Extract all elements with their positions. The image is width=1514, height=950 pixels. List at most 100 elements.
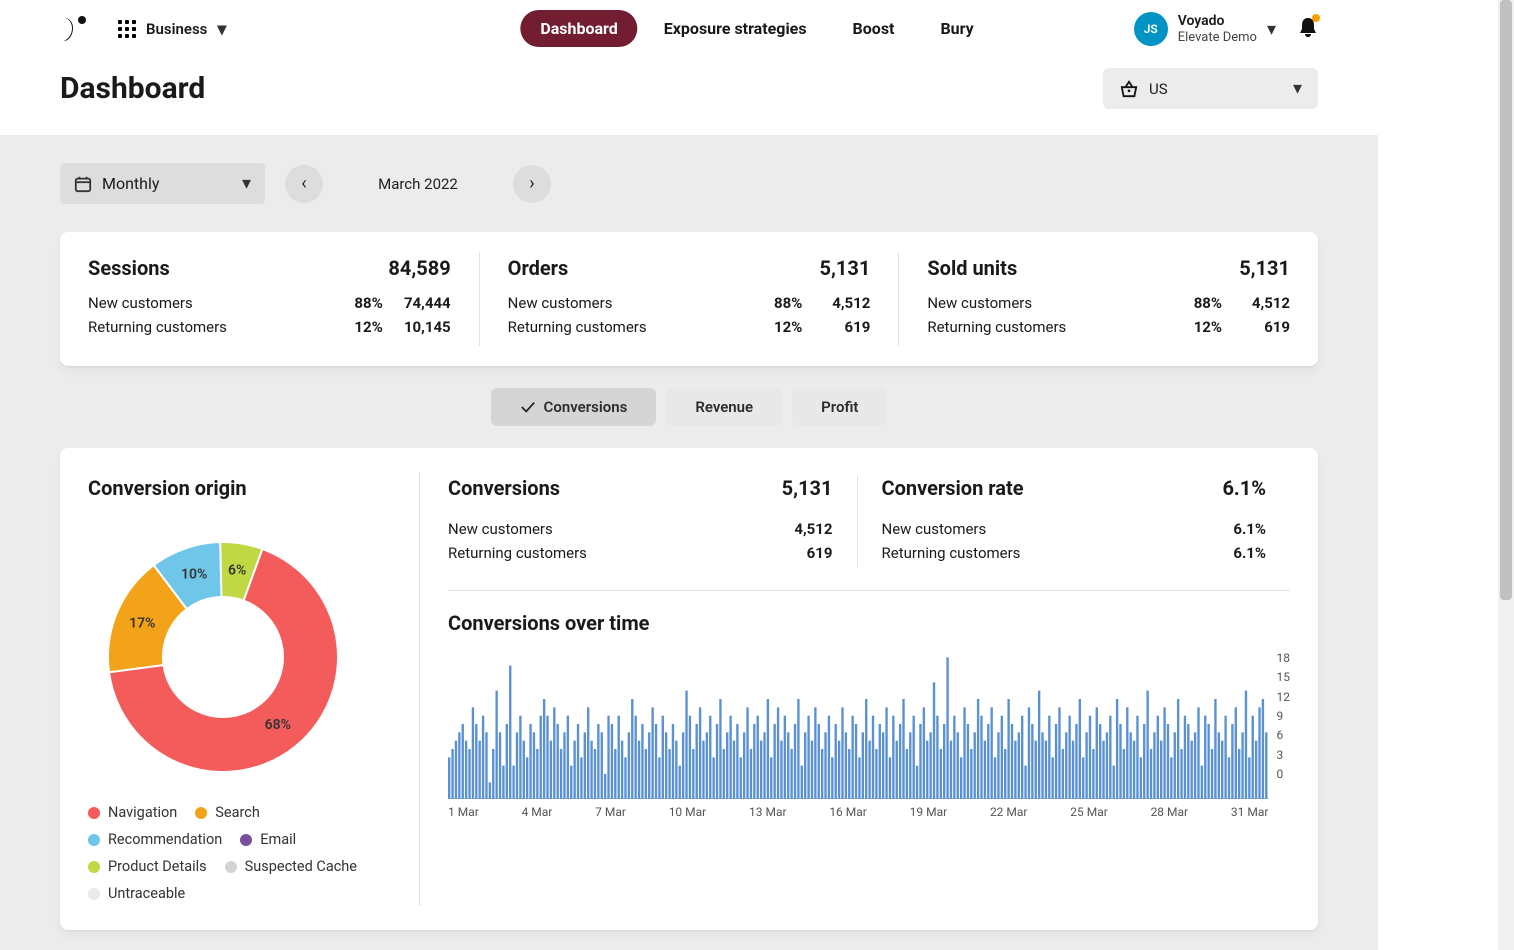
stat-orders: Orders 5,131 New customers 88%4,512 Retu… [479, 252, 899, 346]
svg-text:68%: 68% [265, 717, 291, 733]
legend-label: Search [215, 804, 260, 821]
stat-title: Sold units [927, 256, 1017, 280]
x-tick: 13 Mar [749, 805, 787, 819]
origin-title: Conversion origin [88, 476, 391, 500]
stat-title: Conversions [448, 476, 560, 500]
stat-total: 5,131 [1239, 256, 1290, 280]
stat-row-pct: 88% [1184, 294, 1222, 312]
stat-row-label: Returning customers [927, 318, 1066, 336]
avatar: JS [1134, 12, 1168, 46]
stat-row-val: 619 [773, 544, 833, 562]
summary-stats-card: Sessions 84,589 New customers 88%74,444 … [60, 232, 1318, 366]
stat-row-val: 10,145 [391, 318, 451, 336]
conversion-origin-donut: 68%17%10%6% [88, 522, 358, 792]
x-tick: 19 Mar [910, 805, 948, 819]
conversions-block: Conversions 5,131 New customers 4,512 Re… [448, 476, 857, 568]
analysis-card: Conversion origin 68%17%10%6% Navigation… [60, 448, 1318, 930]
svg-text:6%: 6% [228, 563, 246, 579]
x-tick: 22 Mar [990, 805, 1028, 819]
granularity-label: Monthly [102, 174, 159, 193]
x-tick: 4 Mar [522, 805, 553, 819]
y-tick: 12 [1277, 690, 1291, 704]
chevron-left-icon: ‹ [301, 173, 306, 194]
seg-conversions[interactable]: Conversions [491, 388, 657, 426]
legend-item: Suspected Cache [225, 858, 357, 875]
next-period-button[interactable]: › [513, 165, 551, 203]
stat-row-pct: 88% [345, 294, 383, 312]
stat-row-label: Returning customers [508, 318, 647, 336]
page-scrollbar[interactable] [1498, 0, 1514, 950]
legend-swatch [195, 807, 207, 819]
legend-label: Recommendation [108, 831, 222, 848]
notifications-button[interactable] [1298, 16, 1318, 42]
stat-row-val: 619 [1230, 318, 1290, 336]
notification-dot [1312, 14, 1320, 22]
legend-swatch [88, 861, 100, 873]
nav-boost[interactable]: Boost [833, 10, 915, 47]
stat-row-label: Returning customers [882, 544, 1021, 562]
legend-label: Untraceable [108, 885, 185, 902]
stat-row-val: 4,512 [810, 294, 870, 312]
legend-item: Untraceable [88, 885, 185, 902]
stat-row-val: 74,444 [391, 294, 451, 312]
chevron-down-icon: ▾ [242, 173, 251, 194]
stat-row-val: 619 [810, 318, 870, 336]
account-env: Elevate Demo [1178, 30, 1257, 46]
nav-exposure-strategies[interactable]: Exposure strategies [644, 10, 827, 47]
seg-label: Conversions [544, 398, 628, 416]
conversions-timechart: 1 Mar4 Mar7 Mar10 Mar13 Mar16 Mar19 Mar2… [448, 649, 1269, 819]
chevron-down-icon: ▾ [1267, 19, 1276, 40]
business-switcher[interactable]: Business ▾ [118, 19, 226, 40]
legend-item: Search [195, 804, 260, 821]
legend-item: Email [240, 831, 296, 848]
chevron-right-icon: › [529, 173, 534, 194]
check-icon [520, 400, 536, 414]
y-tick: 9 [1277, 709, 1291, 723]
prev-period-button[interactable]: ‹ [285, 165, 323, 203]
granularity-select[interactable]: Monthly ▾ [60, 163, 265, 204]
nav-bury[interactable]: Bury [920, 10, 993, 47]
y-tick: 18 [1277, 651, 1291, 665]
stat-title: Conversion rate [882, 476, 1024, 500]
stat-sold-units: Sold units 5,131 New customers 88%4,512 … [898, 252, 1318, 346]
y-tick: 15 [1277, 670, 1291, 684]
timechart-title: Conversions over time [448, 611, 1290, 635]
legend-item: Navigation [88, 804, 177, 821]
chevron-down-icon: ▾ [1293, 78, 1302, 99]
stat-row-pct: 12% [345, 318, 383, 336]
stat-total: 5,131 [782, 476, 833, 500]
seg-profit[interactable]: Profit [792, 388, 887, 426]
stat-row-label: New customers [927, 294, 1032, 312]
y-tick: 0 [1277, 767, 1291, 781]
account-menu[interactable]: JS Voyado Elevate Demo ▾ [1134, 12, 1276, 46]
legend-swatch [240, 834, 252, 846]
stat-row-label: Returning customers [88, 318, 227, 336]
timechart-y-axis: 1815129630 [1277, 649, 1291, 799]
conversions-over-time-block: Conversions over time 1 Mar4 Mar7 Mar10 … [448, 611, 1290, 819]
stat-row-val: 4,512 [773, 520, 833, 538]
region-label: US [1149, 80, 1168, 98]
stat-total: 84,589 [388, 256, 450, 280]
conversion-origin-pane: Conversion origin 68%17%10%6% Navigation… [60, 472, 420, 906]
nav-dashboard[interactable]: Dashboard [520, 10, 637, 47]
legend-swatch [88, 834, 100, 846]
stat-total: 6.1% [1222, 476, 1266, 500]
business-label: Business [146, 20, 207, 38]
x-tick: 28 Mar [1151, 805, 1189, 819]
seg-label: Revenue [695, 398, 753, 416]
stat-row-val: 6.1% [1206, 520, 1266, 538]
origin-legend: NavigationSearchRecommendationEmailProdu… [88, 804, 391, 902]
page-title: Dashboard [60, 71, 205, 106]
y-tick: 6 [1277, 728, 1291, 742]
scrollbar-thumb[interactable] [1500, 0, 1512, 600]
primary-nav: Dashboard Exposure strategies Boost Bury [520, 10, 993, 47]
stat-title: Sessions [88, 256, 170, 280]
brand-logo[interactable] [60, 14, 90, 44]
region-select[interactable]: US ▾ [1103, 68, 1318, 109]
stat-row-label: New customers [882, 520, 987, 538]
seg-revenue[interactable]: Revenue [666, 388, 782, 426]
metric-segmented-control: Conversions Revenue Profit [60, 388, 1318, 426]
svg-text:10%: 10% [181, 566, 207, 582]
stat-row-label: New customers [508, 294, 613, 312]
legend-item: Recommendation [88, 831, 222, 848]
